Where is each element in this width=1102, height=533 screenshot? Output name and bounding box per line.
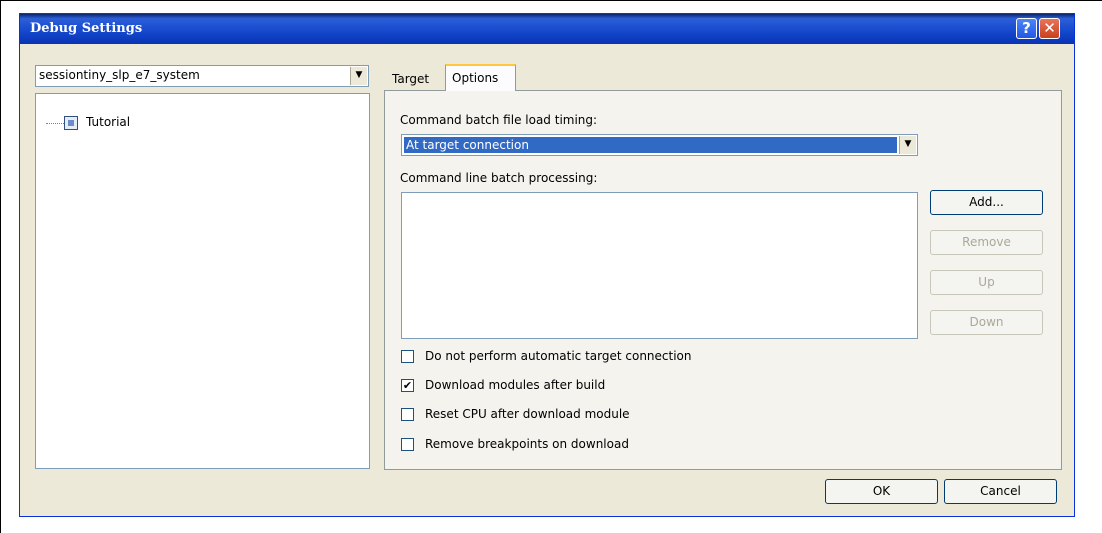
dialog-title: Debug Settings	[30, 21, 143, 36]
checkbox-label: Do not perform automatic target connecti…	[425, 349, 692, 363]
timing-select-value: At target connection	[404, 137, 897, 153]
title-bar: Debug Settings ? ✕	[20, 14, 1074, 44]
session-select[interactable]: sessiontiny_slp_e7_system ▼	[35, 65, 369, 87]
close-icon[interactable]: ✕	[1039, 18, 1060, 39]
remove-button[interactable]: Remove	[930, 230, 1043, 255]
add-button[interactable]: Add...	[930, 190, 1043, 215]
up-button[interactable]: Up	[930, 270, 1043, 295]
screenshot-border-top	[0, 0, 1102, 1]
checkbox-label: Download modules after build	[425, 378, 606, 392]
down-button[interactable]: Down	[930, 310, 1043, 335]
cmdline-label: Command line batch processing:	[400, 171, 598, 185]
chevron-down-icon[interactable]: ▼	[899, 136, 916, 154]
checkbox-box[interactable]	[401, 408, 414, 421]
screenshot-border-left	[0, 0, 1, 533]
session-select-value: sessiontiny_slp_e7_system	[39, 68, 200, 82]
timing-select[interactable]: At target connection ▼	[401, 134, 918, 156]
tree-connector	[46, 123, 64, 124]
debug-settings-dialog: Debug Settings ? ✕ sessiontiny_slp_e7_sy…	[19, 13, 1075, 517]
help-icon[interactable]: ?	[1016, 18, 1037, 39]
cancel-button[interactable]: Cancel	[944, 479, 1057, 504]
timing-label: Command batch file load timing:	[400, 113, 598, 127]
checkbox-label: Remove breakpoints on download	[425, 437, 629, 451]
project-icon	[64, 116, 78, 130]
checkbox-box[interactable]	[401, 438, 414, 451]
checkbox-label: Reset CPU after download module	[425, 407, 630, 421]
tree-item-tutorial[interactable]: Tutorial	[86, 115, 130, 129]
tab-options[interactable]: Options	[445, 64, 516, 91]
tab-target[interactable]: Target	[386, 68, 447, 90]
check-icon[interactable]: ✔	[401, 379, 414, 392]
session-tree[interactable]: Tutorial	[35, 93, 370, 469]
ok-button[interactable]: OK	[825, 479, 938, 504]
chevron-down-icon[interactable]: ▼	[350, 67, 367, 85]
checkbox-box[interactable]	[401, 350, 414, 363]
command-batch-list[interactable]	[401, 192, 918, 339]
